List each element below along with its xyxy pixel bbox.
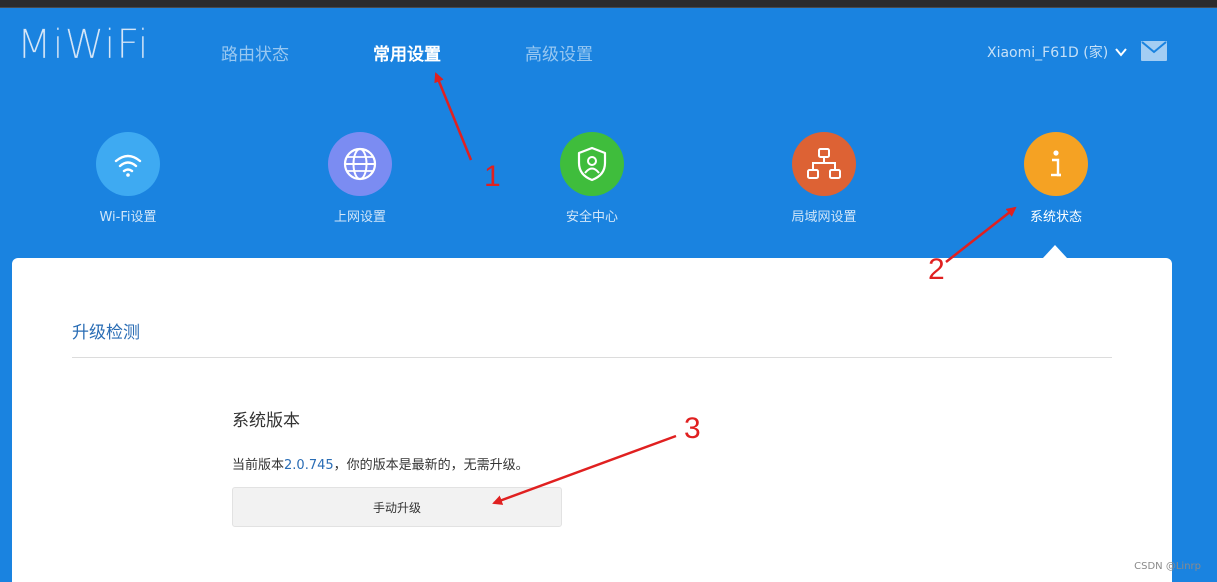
annotation-number-2: 2 <box>928 253 945 286</box>
mail-icon[interactable] <box>1141 41 1167 61</box>
section-title: 升级检测 <box>72 323 140 343</box>
quick-internet-settings[interactable]: 上网设置 <box>300 132 420 225</box>
version-number: 2.0.745 <box>284 458 334 473</box>
version-suffix: ，你的版本是最新的，无需升级。 <box>333 458 529 473</box>
account-dropdown[interactable]: Xiaomi_F61D (家) <box>987 42 1128 62</box>
quick-wifi-settings[interactable]: Wi-Fi设置 <box>68 132 188 225</box>
globe-icon <box>328 132 392 196</box>
annotation-number-1: 1 <box>484 160 501 193</box>
version-status: 当前版本2.0.745，你的版本是最新的，无需升级。 <box>232 454 529 473</box>
quick-label: Wi-Fi设置 <box>99 210 157 225</box>
nav-advanced-settings[interactable]: 高级设置 <box>525 40 593 65</box>
quick-system-status[interactable]: 系统状态 <box>996 132 1116 225</box>
divider <box>72 357 1112 358</box>
nav-router-status[interactable]: 路由状态 <box>221 40 289 65</box>
quick-label: 局域网设置 <box>791 210 857 225</box>
miwifi-logo: MiWiFi <box>17 22 150 68</box>
upgrade-panel: 升级检测 系统版本 当前版本2.0.745，你的版本是最新的，无需升级。 手动升… <box>12 258 1172 582</box>
watermark: CSDN @Linrp <box>1134 561 1201 572</box>
info-icon <box>1024 132 1088 196</box>
nav-common-settings[interactable]: 常用设置 <box>373 40 441 65</box>
quick-label: 系统状态 <box>1029 210 1082 225</box>
annotation-number-3: 3 <box>684 412 701 445</box>
quick-lan-settings[interactable]: 局域网设置 <box>764 132 884 225</box>
wifi-icon <box>96 132 160 196</box>
version-prefix: 当前版本 <box>232 458 285 473</box>
quick-label: 安全中心 <box>565 210 618 225</box>
account-name: Xiaomi_F61D (家) <box>987 45 1109 61</box>
quick-label: 上网设置 <box>333 210 386 225</box>
annotation-arrow-1 <box>434 72 473 161</box>
version-title: 系统版本 <box>232 411 300 431</box>
active-tab-pointer <box>1043 245 1067 258</box>
chevron-down-icon <box>1115 48 1127 57</box>
window-top-strip <box>0 0 1217 8</box>
manual-upgrade-button[interactable]: 手动升级 <box>232 487 562 527</box>
quick-security-center[interactable]: 安全中心 <box>532 132 652 225</box>
network-icon <box>792 132 856 196</box>
shield-icon <box>560 132 624 196</box>
